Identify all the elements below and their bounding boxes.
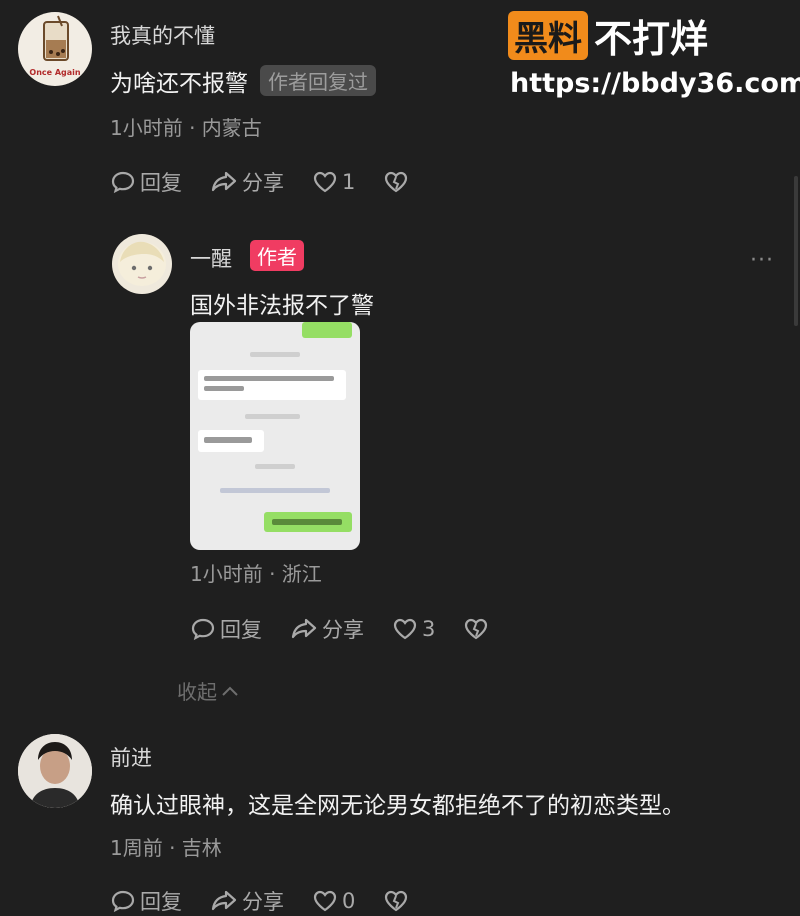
reply-header: 一醒 作者 bbox=[190, 240, 304, 273]
anime-avatar-icon bbox=[118, 241, 166, 286]
dislike-button[interactable] bbox=[463, 617, 493, 641]
reply-label: 回复 bbox=[140, 890, 182, 914]
reply-meta: 1小时前 · 浙江 bbox=[190, 562, 322, 586]
heart-icon bbox=[313, 171, 337, 193]
comment-text: 为啥还不报警 作者回复过 bbox=[110, 64, 376, 98]
watermark-title: 黑料 不打烊 bbox=[508, 8, 708, 63]
reply-icon bbox=[111, 890, 135, 913]
share-label: 分享 bbox=[322, 618, 364, 642]
like-count: 0 bbox=[342, 889, 356, 913]
like-button[interactable]: 1 bbox=[312, 170, 355, 194]
dislike-button[interactable] bbox=[383, 170, 413, 194]
avatar[interactable]: Once Again bbox=[18, 12, 92, 86]
reply-button[interactable]: 回复 bbox=[190, 614, 262, 644]
like-count: 3 bbox=[422, 617, 436, 641]
broken-heart-icon bbox=[385, 890, 408, 912]
like-button[interactable]: 0 bbox=[312, 889, 355, 913]
share-label: 分享 bbox=[242, 890, 284, 914]
heart-icon bbox=[393, 618, 417, 640]
chevron-up-icon bbox=[222, 686, 238, 696]
watermark-badge: 黑料 bbox=[508, 11, 588, 60]
reply-button[interactable]: 回复 bbox=[110, 886, 182, 916]
dislike-button[interactable] bbox=[383, 889, 413, 913]
reply-button[interactable]: 回复 bbox=[110, 167, 182, 197]
reply-icon bbox=[111, 171, 135, 194]
share-button[interactable]: 分享 bbox=[210, 886, 284, 916]
person-avatar-icon bbox=[18, 734, 92, 808]
scrollbar[interactable] bbox=[794, 176, 798, 326]
reply-label: 回复 bbox=[220, 618, 262, 642]
share-label: 分享 bbox=[242, 171, 284, 195]
watermark-url: https://bbdy36.com bbox=[510, 68, 800, 99]
comment-username[interactable]: 我真的不懂 bbox=[110, 20, 215, 50]
comment-actions: 回复 分享 0 bbox=[110, 886, 441, 916]
share-button[interactable]: 分享 bbox=[290, 614, 364, 644]
comment-username[interactable]: 前进 bbox=[110, 742, 152, 772]
comment-meta: 1小时前 · 内蒙古 bbox=[110, 116, 262, 140]
heart-icon bbox=[313, 890, 337, 912]
collapse-label: 收起 bbox=[177, 680, 217, 704]
comment-meta: 1周前 · 吉林 bbox=[110, 836, 222, 860]
chat-screenshot-image bbox=[198, 322, 352, 532]
reply-actions: 回复 分享 3 bbox=[190, 614, 521, 644]
avatar[interactable] bbox=[18, 734, 92, 808]
reply-username[interactable]: 一醒 bbox=[190, 247, 232, 271]
more-options-button[interactable]: ··· bbox=[750, 248, 774, 273]
collapse-replies-button[interactable]: 收起 bbox=[177, 676, 240, 705]
like-count: 1 bbox=[342, 170, 356, 194]
like-button[interactable]: 3 bbox=[392, 617, 435, 641]
comment-actions: 回复 分享 1 bbox=[110, 167, 441, 197]
broken-heart-icon bbox=[465, 618, 488, 640]
share-icon bbox=[211, 171, 237, 192]
author-badge: 作者 bbox=[250, 240, 304, 271]
author-replied-badge: 作者回复过 bbox=[260, 65, 376, 96]
watermark-slogan: 不打烊 bbox=[594, 17, 709, 61]
reply-icon bbox=[191, 618, 215, 641]
share-button[interactable]: 分享 bbox=[210, 167, 284, 197]
share-icon bbox=[291, 618, 317, 639]
reply-text: 国外非法报不了警 bbox=[190, 293, 374, 319]
avatar-caption: Once Again bbox=[29, 68, 81, 77]
comment-body: 为啥还不报警 bbox=[110, 71, 248, 97]
reply-image[interactable] bbox=[190, 322, 360, 550]
broken-heart-icon bbox=[385, 171, 408, 193]
share-icon bbox=[211, 890, 237, 911]
reply-label: 回复 bbox=[140, 171, 182, 195]
avatar[interactable] bbox=[112, 234, 172, 294]
comment-text: 确认过眼神，这是全网无论男女都拒绝不了的初恋类型。 bbox=[110, 793, 685, 819]
